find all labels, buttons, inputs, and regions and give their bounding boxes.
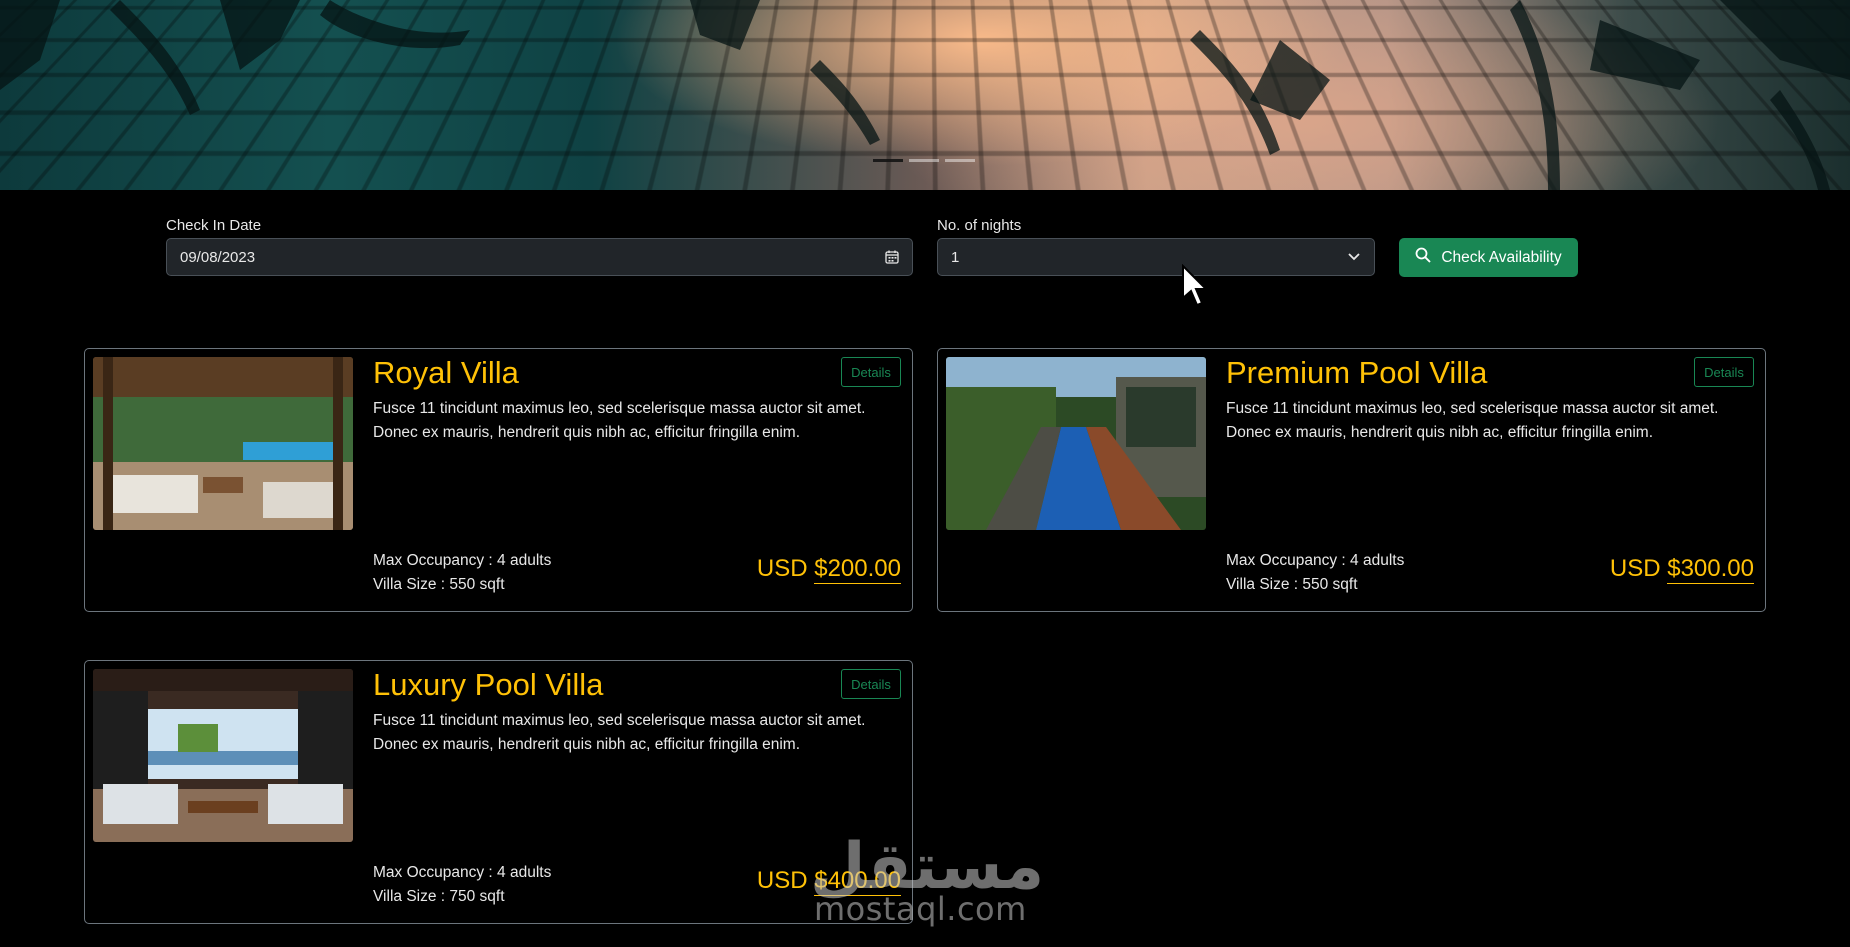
check-availability-button[interactable]: Check Availability [1399, 238, 1578, 277]
checkin-date-input[interactable]: 09/08/2023 [166, 238, 913, 276]
mostaql-watermark: مستقل mostaql.com [810, 830, 1044, 930]
villa-card: Luxury Pool Villa Details Fusce 11 tinci… [84, 660, 913, 924]
villa-image-luxury-pool [93, 669, 353, 842]
villa-price: USD $300.00 [1609, 555, 1754, 584]
villa-image-royal [93, 357, 353, 530]
villa-card: Premium Pool Villa Details Fusce 11 tinc… [937, 348, 1766, 612]
villa-price: USD $200.00 [756, 555, 901, 584]
villa-specs: Max Occupancy : 4 adults Villa Size : 55… [373, 549, 551, 597]
carousel-indicator-1[interactable] [873, 159, 903, 162]
price-currency: USD [756, 867, 808, 894]
max-occupancy: Max Occupancy : 4 adults [1226, 552, 1405, 569]
villa-title: Royal Villa [373, 355, 519, 390]
price-currency: USD [1609, 555, 1661, 582]
villa-specs: Max Occupancy : 4 adults Villa Size : 75… [373, 861, 551, 909]
villa-title: Premium Pool Villa [1226, 355, 1488, 390]
villa-description: Fusce 11 tincidunt maximus leo, sed scel… [373, 712, 866, 753]
nights-select[interactable]: 1 [937, 238, 1375, 276]
details-button[interactable]: Details [1694, 357, 1754, 387]
villa-specs: Max Occupancy : 4 adults Villa Size : 55… [1226, 549, 1404, 597]
nights-selected-value: 1 [951, 248, 960, 266]
villa-size: Villa Size : 550 sqft [1226, 576, 1358, 593]
watermark-latin-text: mostaql.com [814, 890, 1027, 928]
price-amount: $200.00 [814, 555, 901, 584]
max-occupancy: Max Occupancy : 4 adults [373, 864, 552, 881]
villa-description: Fusce 11 tincidunt maximus leo, sed scel… [1226, 400, 1719, 441]
checkin-label: Check In Date [166, 217, 262, 234]
search-icon [1415, 247, 1431, 268]
villa-size: Villa Size : 750 sqft [373, 888, 505, 905]
villa-description: Fusce 11 tincidunt maximus leo, sed scel… [373, 400, 866, 441]
max-occupancy: Max Occupancy : 4 adults [373, 552, 552, 569]
calendar-icon[interactable] [872, 239, 912, 275]
checkin-date-value: 09/08/2023 [180, 248, 256, 266]
details-button[interactable]: Details [841, 357, 901, 387]
details-button[interactable]: Details [841, 669, 901, 699]
chevron-down-icon [1334, 239, 1374, 275]
carousel-indicator-3[interactable] [945, 159, 975, 162]
price-amount: $300.00 [1667, 555, 1754, 584]
hero-carousel [0, 0, 1850, 190]
carousel-indicators [873, 159, 975, 162]
villa-size: Villa Size : 550 sqft [373, 576, 505, 593]
mouse-cursor-icon [1182, 264, 1209, 307]
nights-label: No. of nights [937, 217, 1022, 234]
carousel-indicator-2[interactable] [909, 159, 939, 162]
villa-image-premium-pool [946, 357, 1206, 530]
villa-title: Luxury Pool Villa [373, 667, 604, 702]
check-availability-label: Check Availability [1441, 248, 1562, 266]
price-currency: USD [756, 555, 808, 582]
villa-card: Royal Villa Details Fusce 11 tincidunt m… [84, 348, 913, 612]
